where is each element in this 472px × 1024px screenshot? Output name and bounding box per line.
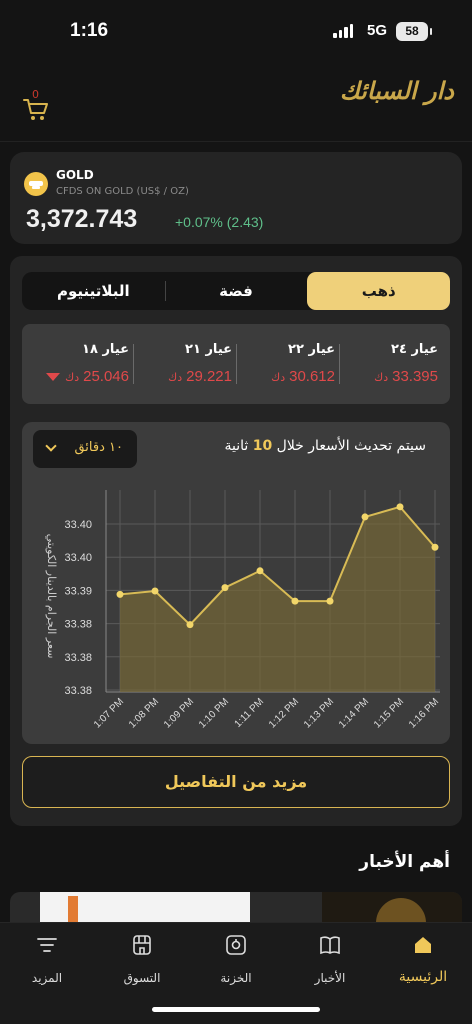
x-tick-label: 1:15 PM <box>372 696 406 730</box>
refresh-countdown: سيتم تحديث الأسعار خلال 10 ثانية <box>224 438 426 454</box>
menu-icon <box>37 938 57 952</box>
data-point <box>361 513 369 521</box>
karat-label: عيار ٢٤ <box>391 342 438 357</box>
home-indicator <box>152 1007 320 1012</box>
karat-value: 30.612دك <box>271 368 335 385</box>
data-point <box>256 567 264 575</box>
tab-gold[interactable]: ذهب <box>307 272 451 310</box>
karat-value: 29.221دك <box>168 368 232 385</box>
news-section-title: أهم الأخبار <box>359 852 450 872</box>
vault-icon <box>226 935 246 955</box>
data-point <box>291 597 299 605</box>
data-point <box>221 584 229 592</box>
status-time: 1:16 <box>70 20 109 41</box>
nav-more[interactable]: المزيد <box>2 933 92 993</box>
price-chart-card: ١٠ دقائق سيتم تحديث الأسعار خلال 10 ثاني… <box>22 422 450 744</box>
status-bar: 1:16 5G 58 <box>0 0 472 62</box>
gold-bar-icon <box>24 172 48 196</box>
home-icon <box>415 937 431 953</box>
nav-label: التسوق <box>123 971 161 985</box>
store-icon <box>133 935 151 955</box>
data-point <box>326 597 334 605</box>
data-point <box>151 587 159 595</box>
data-point <box>116 590 124 598</box>
nav-label: المزيد <box>31 971 63 985</box>
x-tick-label: 1:08 PM <box>127 696 161 730</box>
nav-shopping[interactable]: التسوق <box>97 933 187 993</box>
x-tick-label: 1:09 PM <box>162 696 196 730</box>
metal-tabs: البلاتينيوم فضة ذهب <box>22 272 451 310</box>
ticker-price: 3,372.743 <box>26 205 138 233</box>
nav-label: الرئيسية <box>398 969 448 985</box>
nav-home[interactable]: الرئيسية <box>378 933 468 993</box>
karat-18: عيار ١٨ 25.046دك <box>30 324 133 404</box>
karat-label: عيار ٢٢ <box>288 342 335 357</box>
y-tick-label: 33.40 <box>64 519 92 531</box>
price-down-icon <box>46 373 60 381</box>
nav-vault[interactable]: الخزنة <box>191 933 281 993</box>
price-chart: 33.4033.4033.3933.3833.3833.381:07 PM 1:0… <box>45 490 441 730</box>
prices-panel: البلاتينيوم فضة ذهب عيار ٢٤ 33.395دك عيا… <box>10 256 462 826</box>
y-tick-label: 33.38 <box>64 619 92 631</box>
interval-value: ١٠ دقائق <box>74 440 123 455</box>
x-tick-label: 1:12 PM <box>267 696 301 730</box>
chart-area <box>120 506 435 692</box>
more-details-button[interactable]: مزيد من التفاصيل <box>22 756 450 808</box>
x-tick-label: 1:16 PM <box>407 696 441 730</box>
x-tick-label: 1:07 PM <box>92 696 126 730</box>
y-tick-label: 33.40 <box>64 552 92 564</box>
ticker-subtitle: CFDS ON GOLD (US$ / OZ) <box>56 186 189 197</box>
signal-icon <box>333 24 353 38</box>
data-point <box>186 621 194 629</box>
data-point <box>396 503 404 511</box>
karat-22: عيار ٢٢ 30.612دك <box>236 324 339 404</box>
karat-value: 25.046دك <box>65 368 129 385</box>
network-type: 5G <box>367 22 388 39</box>
y-axis-label: سعر الجرام بالدينار الكويتي <box>45 534 58 659</box>
ticker-change: +0.07% (2.43) <box>175 214 264 230</box>
karat-prices: عيار ٢٤ 33.395دك عيار ٢٢ 30.612دك عيار ٢… <box>22 324 450 404</box>
nav-label: الأخبار <box>314 971 346 985</box>
y-tick-label: 33.39 <box>64 585 92 597</box>
ticker-name: GOLD <box>56 168 94 182</box>
data-point <box>431 543 439 551</box>
battery-icon: 58 <box>396 22 432 41</box>
y-tick-label: 33.38 <box>64 685 92 697</box>
karat-label: عيار ٢١ <box>185 342 232 357</box>
y-tick-label: 33.38 <box>64 652 92 664</box>
tab-silver[interactable]: فضة <box>164 272 308 310</box>
interval-dropdown[interactable]: ١٠ دقائق <box>33 430 137 468</box>
chevron-down-icon <box>45 440 57 452</box>
gold-ticker-card[interactable]: GOLD CFDS ON GOLD (US$ / OZ) 3,372.743 +… <box>10 152 462 244</box>
refresh-seconds: 10 <box>252 438 273 454</box>
x-tick-label: 1:14 PM <box>337 696 371 730</box>
x-tick-label: 1:11 PM <box>233 696 267 730</box>
karat-label: عيار ١٨ <box>82 342 129 357</box>
karat-24: عيار ٢٤ 33.395دك <box>339 324 442 404</box>
x-tick-label: 1:13 PM <box>302 696 336 730</box>
karat-value: 33.395دك <box>374 368 438 385</box>
cart-count-badge: 0 <box>32 88 39 101</box>
tab-platinum[interactable]: البلاتينيوم <box>22 272 165 310</box>
nav-label: الخزنة <box>220 971 252 985</box>
app-header: 0 دار السبائك <box>0 62 472 142</box>
nav-news[interactable]: الأخبار <box>285 933 375 993</box>
book-icon <box>320 936 340 955</box>
karat-21: عيار ٢١ 29.221دك <box>133 324 236 404</box>
x-tick-label: 1:10 PM <box>197 696 231 730</box>
brand-logo: دار السبائك <box>339 76 454 105</box>
